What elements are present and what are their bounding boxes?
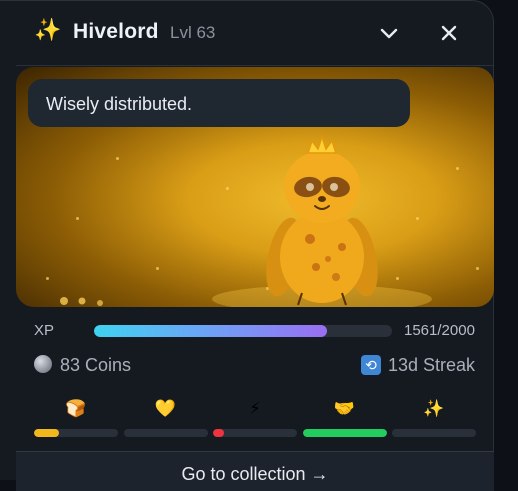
stat-bar-fill (34, 429, 60, 437)
pet-name: Hivelord (73, 20, 159, 43)
close-icon (441, 25, 457, 41)
pet-card: ✨ Hivelord Lvl 63 Wisely distributed. XP… (0, 0, 494, 491)
stat-bar (34, 429, 118, 437)
stat-bar (123, 429, 208, 437)
heart-icon: 💛 (154, 399, 177, 418)
streak-count: 13d Streak (388, 355, 476, 375)
xp-progress-bar (94, 325, 392, 337)
stat-bar-fill (302, 429, 387, 437)
stat-bar (213, 429, 297, 437)
stat-bar (392, 429, 476, 437)
xp-count: 1561/2000 (404, 322, 475, 339)
lightning-icon: ⚡ (249, 399, 261, 418)
pet-level: Lvl 63 (170, 23, 216, 42)
card-header: ✨ Hivelord Lvl 63 (0, 1, 494, 65)
stat-bar (302, 429, 387, 437)
chevron-down-icon (380, 28, 398, 39)
sparkles-icon: ✨ (34, 17, 62, 42)
xp-progress-fill (94, 325, 327, 337)
bread-icon: 🍞 (65, 399, 87, 418)
go-to-collection-label: Go to collection → (181, 464, 329, 484)
go-to-collection-button[interactable]: Go to collection → (16, 451, 494, 491)
header-divider (16, 65, 494, 66)
speech-text: Wisely distributed. (46, 94, 193, 114)
speech-bubble: Wisely distributed. (28, 79, 410, 127)
xp-label: XP (34, 322, 55, 339)
collapse-button[interactable] (372, 17, 406, 49)
stat-bar-fill (213, 429, 224, 437)
handshake-icon: 🤝 (333, 399, 356, 418)
coin-icon (34, 355, 52, 373)
repeat-icon: ⟲ (361, 355, 381, 375)
sparkles-icon: ✨ (423, 399, 445, 418)
coins-count: 83 Coins (60, 355, 132, 375)
pet-scene: Wisely distributed. (16, 67, 494, 307)
close-button[interactable] (432, 17, 466, 49)
